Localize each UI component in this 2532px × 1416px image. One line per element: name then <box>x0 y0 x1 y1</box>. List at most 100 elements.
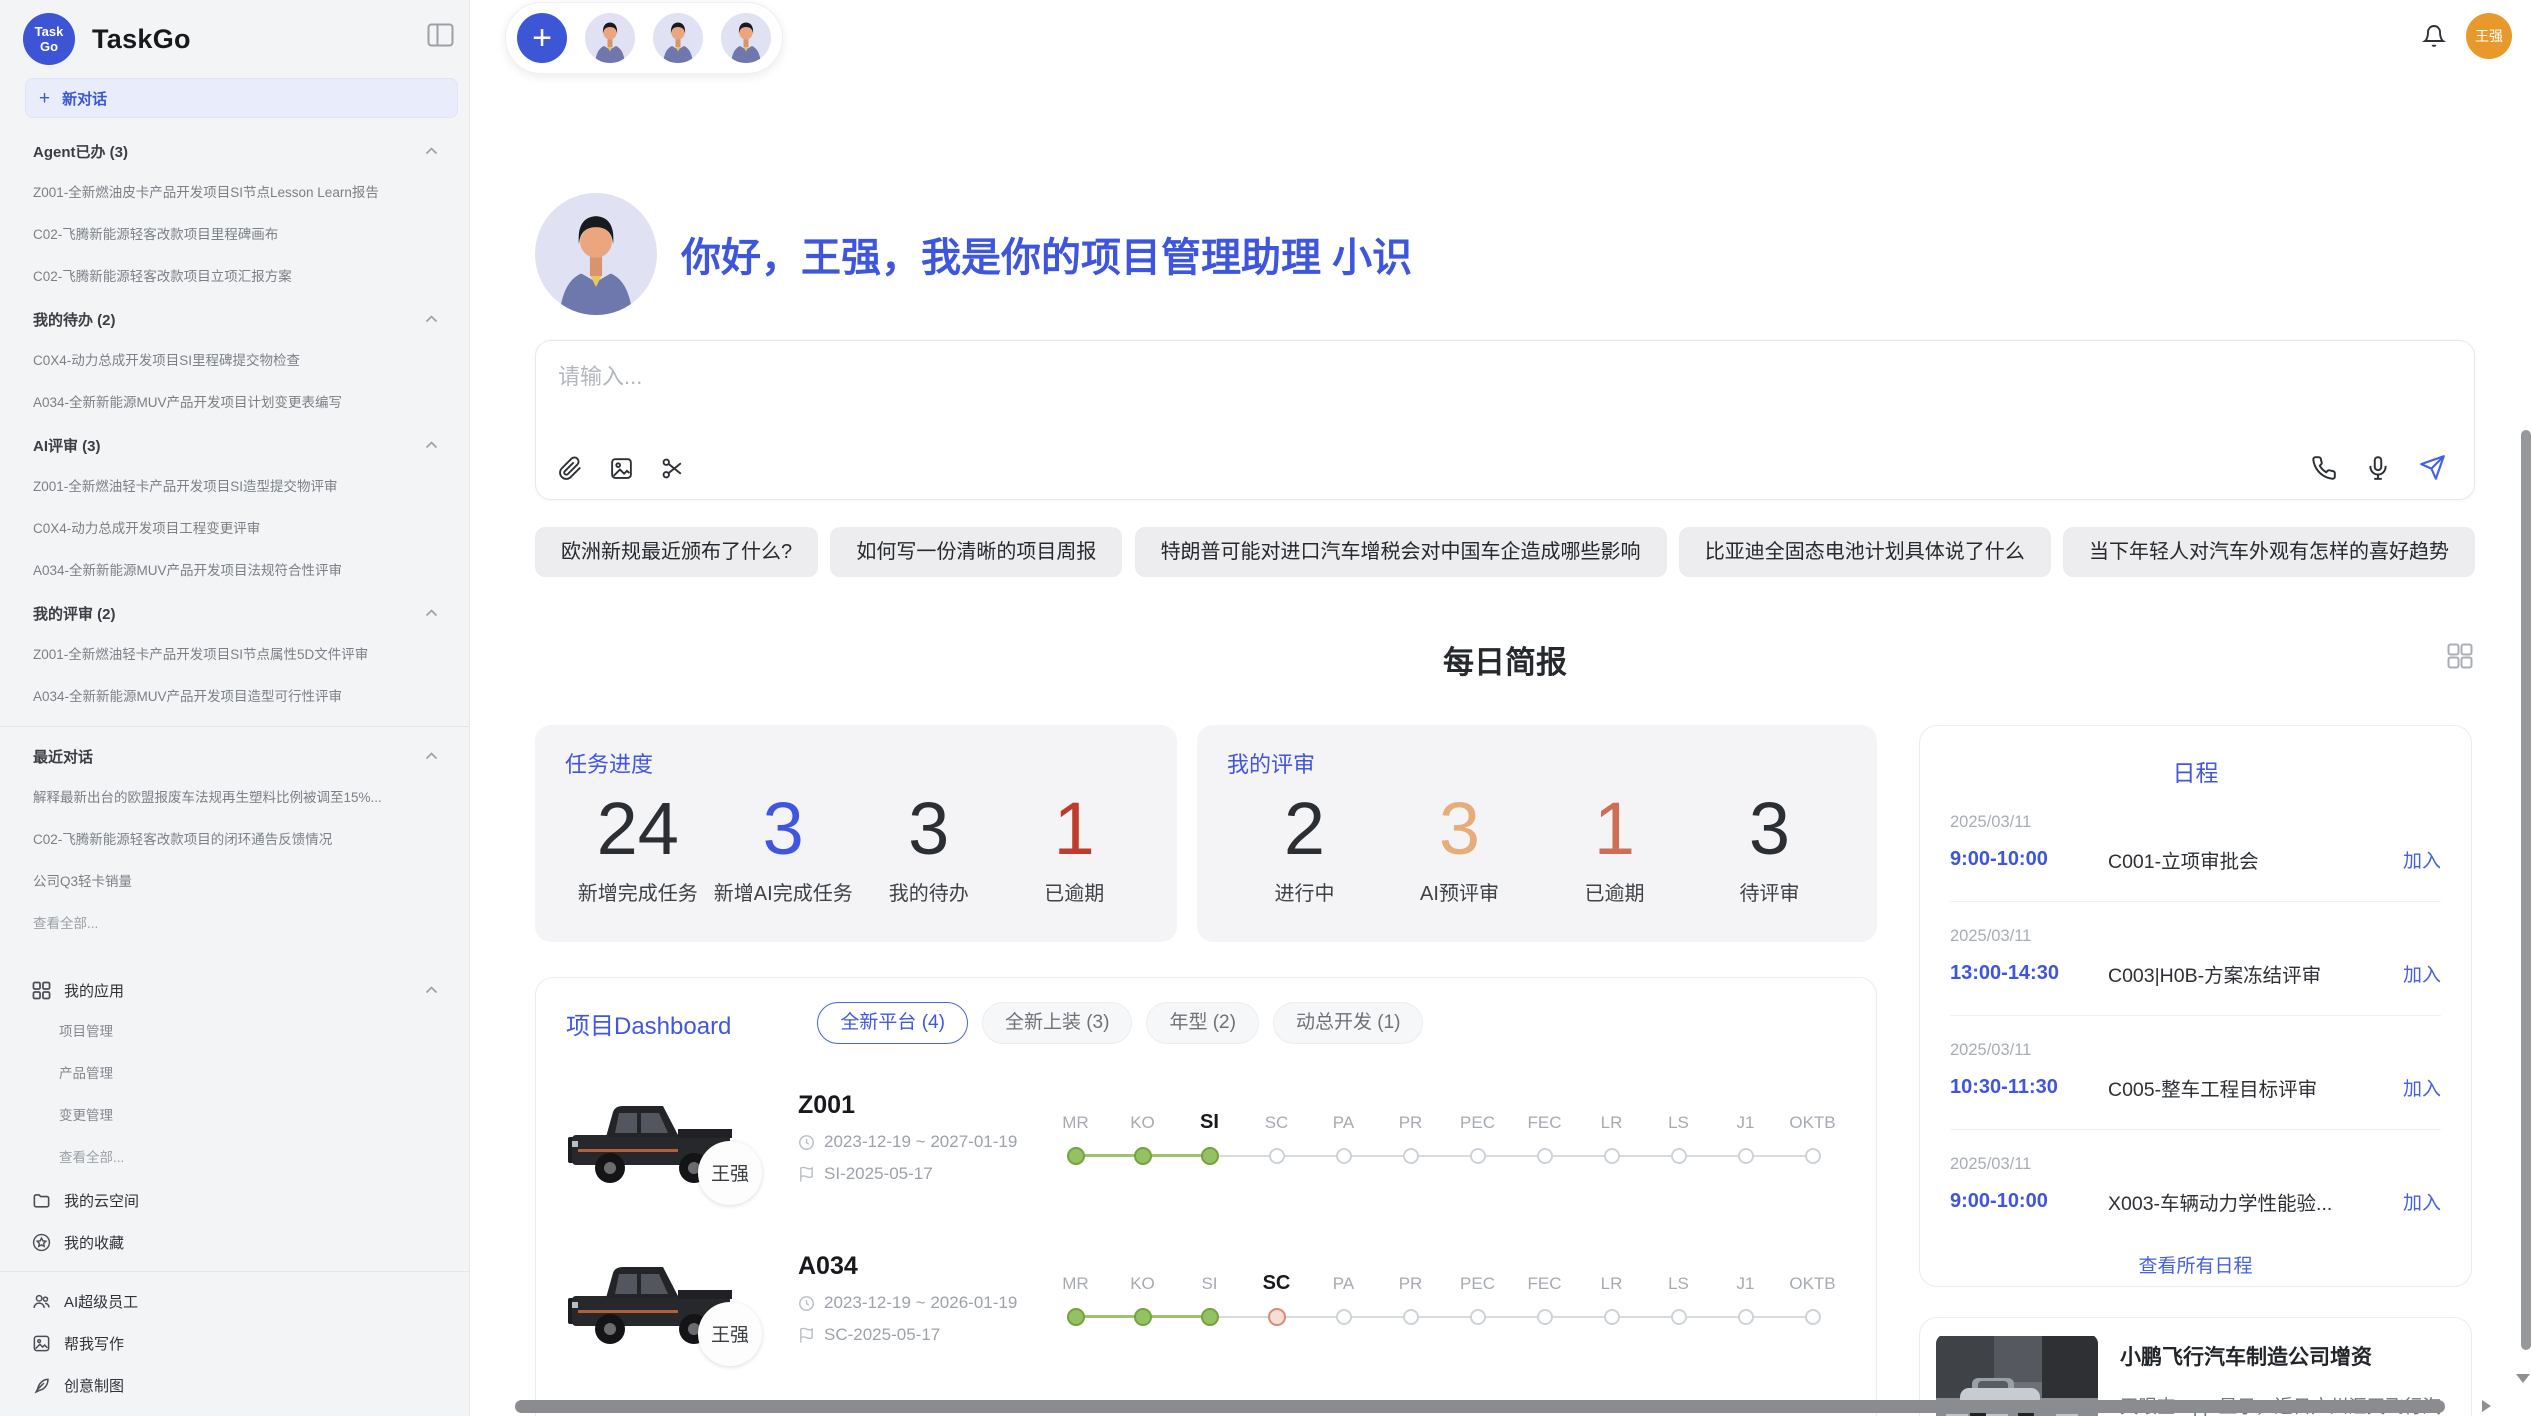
stat-review-overdue: 1 已逾期 <box>1537 787 1692 906</box>
chat-input[interactable] <box>556 357 2360 427</box>
project-row-z001[interactable]: 王强 Z001 2023-12-19 ~ 2027-01-19 SI-2025-… <box>566 1070 1846 1205</box>
schedule-time: 9:00-10:00 <box>1950 848 2108 871</box>
divider <box>0 726 469 727</box>
sidebar-item[interactable]: C0X4-动力总成开发项目SI里程碑提交物检查 <box>0 340 469 382</box>
notification-bell-icon[interactable] <box>2422 24 2446 48</box>
suggestion-chip[interactable]: 特朗普可能对进口汽车增税会对中国车企造成哪些影响 <box>1135 527 1667 577</box>
join-meeting-link[interactable]: 加入 <box>2403 960 2441 987</box>
milestone-label-current: SC <box>1243 1270 1310 1297</box>
flag-icon <box>798 1327 815 1344</box>
image-upload-icon[interactable] <box>609 456 634 481</box>
recent-chat-item[interactable]: 解释最新出台的欧盟报废车法规再生塑料比例被调至15%... <box>0 777 469 819</box>
logo-line2: Go <box>40 39 58 54</box>
vertical-scrollbar-thumb[interactable] <box>2521 430 2531 1350</box>
cloud-space-label: 我的云空间 <box>64 1190 139 1211</box>
sidebar-item-my-apps[interactable]: 我的应用 <box>0 969 469 1011</box>
schedule-title: 日程 <box>1950 754 2441 788</box>
suggestion-chip[interactable]: 欧洲新规最近颁布了什么? <box>535 527 818 577</box>
sidebar-section-my-todo[interactable]: 我的待办 (2) <box>0 298 469 340</box>
app-item-project-mgmt[interactable]: 项目管理 <box>0 1011 469 1053</box>
project-code: A034 <box>798 1252 1036 1281</box>
schedule-time: 13:00-14:30 <box>1950 962 2108 985</box>
assistant-avatar[interactable] <box>721 13 771 63</box>
owner-badge: 王强 <box>698 1141 762 1205</box>
milestone-timeline: MR KO SI SC PA PR PEC FEC LR LS J1 <box>1042 1109 1846 1167</box>
sidebar-item[interactable]: C02-飞腾新能源轻客改款项目立项汇报方案 <box>0 256 469 298</box>
view-all-schedule-link[interactable]: 查看所有日程 <box>1950 1251 2441 1278</box>
schedule-item: 2025/03/11 10:30-11:30 C005-整车工程目标评审 加入 <box>1950 1015 2441 1129</box>
milestone-dot <box>1403 1309 1419 1325</box>
horizontal-scrollbar-thumb[interactable] <box>515 1400 2445 1413</box>
tab-all-new-platform[interactable]: 全新平台 (4) <box>817 1002 968 1044</box>
chevron-up-icon <box>425 315 438 323</box>
sidebar-item[interactable]: A034-全新新能源MUV产品开发项目法规符合性评审 <box>0 550 469 592</box>
milestone-label: PEC <box>1444 1270 1511 1297</box>
sidebar-section-my-review[interactable]: 我的评审 (2) <box>0 592 469 634</box>
view-all-apps-link[interactable]: 查看全部... <box>0 1137 469 1179</box>
suggestion-chip[interactable]: 当下年轻人对汽车外观有怎样的喜好趋势 <box>2063 527 2475 577</box>
project-row-a034[interactable]: 王强 A034 2023-12-19 ~ 2026-01-19 SC-2025-… <box>566 1231 1846 1366</box>
sidebar-item-favorites[interactable]: 我的收藏 <box>0 1221 469 1263</box>
schedule-card: 日程 2025/03/11 9:00-10:00 C001-立项审批会 加入 2… <box>1919 725 2472 1287</box>
stat-value: 2 <box>1227 787 1382 871</box>
milestone-label: PR <box>1377 1109 1444 1136</box>
phone-call-icon[interactable] <box>2311 455 2337 481</box>
user-avatar[interactable]: 王强 <box>2466 13 2512 59</box>
sidebar-item-creative-drawing[interactable]: 创意制图 <box>0 1364 469 1406</box>
sidebar-item-ai-super-staff[interactable]: AI超级员工 <box>0 1280 469 1322</box>
stat-value: 1 <box>1537 787 1692 871</box>
milestone-label: J1 <box>1712 1270 1779 1297</box>
scroll-right-arrow[interactable] <box>2482 1400 2491 1412</box>
sidebar-item[interactable]: A034-全新新能源MUV产品开发项目造型可行性评审 <box>0 676 469 718</box>
collapse-sidebar-icon[interactable] <box>427 23 454 47</box>
microphone-icon[interactable] <box>2365 455 2391 481</box>
scroll-down-arrow[interactable] <box>2516 1374 2530 1383</box>
app-item-change-mgmt[interactable]: 变更管理 <box>0 1095 469 1137</box>
suggestion-chip[interactable]: 比亚迪全固态电池计划具体说了什么 <box>1679 527 2051 577</box>
assistant-switcher: + <box>505 2 783 74</box>
milestone-label: LR <box>1578 1109 1645 1136</box>
assistant-avatar[interactable] <box>653 13 703 63</box>
sidebar-item-cloud-space[interactable]: 我的云空间 <box>0 1179 469 1221</box>
layout-grid-icon[interactable] <box>2447 643 2473 669</box>
sidebar-section-agent-done[interactable]: Agent已办 (3) <box>0 130 469 172</box>
sidebar-section-ai-review[interactable]: AI评审 (3) <box>0 424 469 466</box>
chevron-up-icon <box>425 986 438 994</box>
join-meeting-link[interactable]: 加入 <box>2403 1074 2441 1101</box>
sidebar-item[interactable]: C02-飞腾新能源轻客改款项目里程碑画布 <box>0 214 469 256</box>
sidebar-item[interactable]: A034-全新新能源MUV产品开发项目计划变更表编写 <box>0 382 469 424</box>
tab-all-new-body[interactable]: 全新上装 (3) <box>982 1002 1133 1044</box>
sidebar-item[interactable]: Z001-全新燃油皮卡产品开发项目SI节点Lesson Learn报告 <box>0 172 469 214</box>
stat-label: 待评审 <box>1692 877 1847 906</box>
sidebar-section-recent-chats[interactable]: 最近对话 <box>0 735 469 777</box>
sidebar-item[interactable]: C0X4-动力总成开发项目工程变更评审 <box>0 508 469 550</box>
recent-chat-item[interactable]: 公司Q3轻卡销量 <box>0 861 469 903</box>
sidebar-item[interactable]: Z001-全新燃油轻卡产品开发项目SI造型提交物评审 <box>0 466 469 508</box>
schedule-event: C003|H0B-方案冻结评审 <box>2108 959 2403 988</box>
tab-powertrain-dev[interactable]: 动总开发 (1) <box>1273 1002 1424 1044</box>
send-icon[interactable] <box>2419 454 2446 481</box>
sidebar-item-help-me-write[interactable]: 帮我写作 <box>0 1322 469 1364</box>
join-meeting-link[interactable]: 加入 <box>2403 846 2441 873</box>
main-area: + 王强 你好，王强，我是你的项目管理助理 小识 <box>470 0 2532 1416</box>
assistant-avatar[interactable] <box>585 13 635 63</box>
new-chat-button[interactable]: + 新对话 <box>25 78 458 118</box>
user-avatar-label: 王强 <box>2475 26 2503 46</box>
app-item-product-mgmt[interactable]: 产品管理 <box>0 1053 469 1095</box>
schedule-item: 2025/03/11 13:00-14:30 C003|H0B-方案冻结评审 加… <box>1950 901 2441 1015</box>
view-all-chats-link[interactable]: 查看全部... <box>0 903 469 945</box>
suggestion-chips: 欧洲新规最近颁布了什么? 如何写一份清晰的项目周报 特朗普可能对进口汽车增税会对… <box>535 527 2475 577</box>
scissors-icon[interactable] <box>660 456 685 481</box>
sidebar-item[interactable]: Z001-全新燃油轻卡产品开发项目SI节点属性5D文件评审 <box>0 634 469 676</box>
add-assistant-button[interactable]: + <box>517 13 567 63</box>
recent-chat-item[interactable]: C02-飞腾新能源轻客改款项目的闭环通告反馈情况 <box>0 819 469 861</box>
schedule-event: C001-立项审批会 <box>2108 845 2403 874</box>
milestone-dot <box>1537 1309 1553 1325</box>
plus-icon: + <box>39 89 50 108</box>
suggestion-chip[interactable]: 如何写一份清晰的项目周报 <box>830 527 1122 577</box>
users-icon <box>32 1292 51 1311</box>
attachment-icon[interactable] <box>558 456 583 481</box>
join-meeting-link[interactable]: 加入 <box>2403 1188 2441 1215</box>
tab-model-year[interactable]: 年型 (2) <box>1146 1002 1259 1044</box>
clock-icon <box>798 1134 815 1151</box>
